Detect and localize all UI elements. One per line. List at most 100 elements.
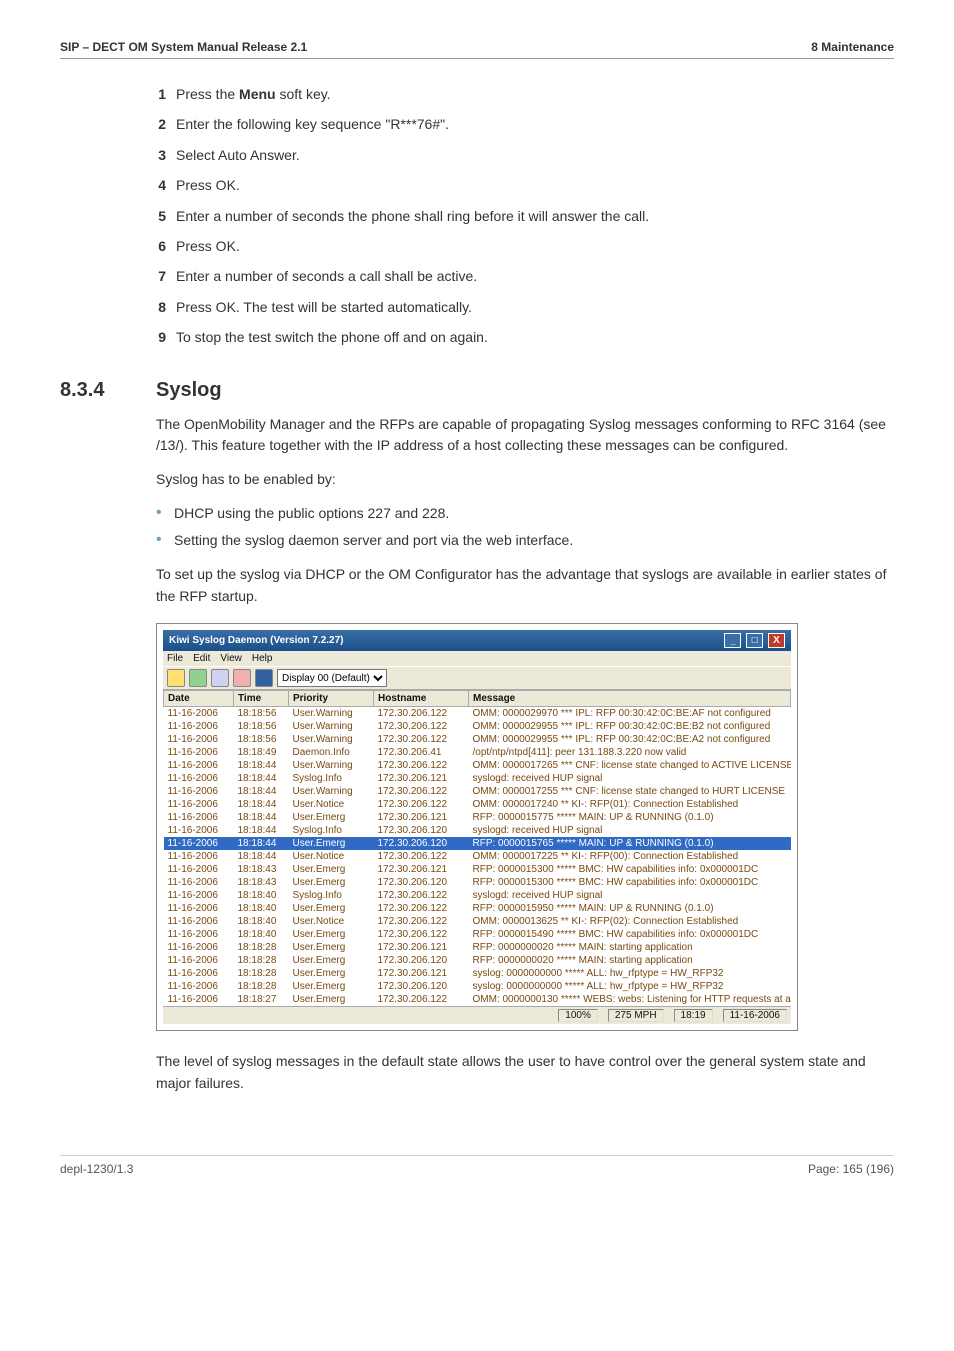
window-buttons: _ □ X bbox=[722, 633, 785, 648]
table-row[interactable]: 11-16-200618:18:44User.Warning172.30.206… bbox=[164, 785, 791, 798]
table-cell: 18:18:28 bbox=[234, 941, 289, 954]
table-cell: 172.30.206.122 bbox=[374, 928, 469, 941]
table-cell: 18:18:28 bbox=[234, 954, 289, 967]
syslog-table: DateTimePriorityHostnameMessage 11-16-20… bbox=[163, 690, 791, 1006]
table-cell: 18:18:44 bbox=[234, 850, 289, 863]
table-cell: User.Emerg bbox=[289, 967, 374, 980]
table-cell: 11-16-2006 bbox=[164, 746, 234, 759]
table-row[interactable]: 11-16-200618:18:44User.Emerg172.30.206.1… bbox=[164, 811, 791, 824]
column-header[interactable]: Time bbox=[234, 691, 289, 707]
table-row[interactable]: 11-16-200618:18:40User.Emerg172.30.206.1… bbox=[164, 928, 791, 941]
table-row[interactable]: 11-16-200618:18:44User.Emerg172.30.206.1… bbox=[164, 837, 791, 850]
step-text: To stop the test switch the phone off an… bbox=[176, 326, 488, 348]
step-text: Enter a number of seconds the phone shal… bbox=[176, 205, 649, 227]
step-text: Press the Menu soft key. bbox=[176, 83, 331, 105]
table-cell: 18:18:43 bbox=[234, 863, 289, 876]
column-header[interactable]: Message bbox=[469, 691, 791, 707]
menu-bar[interactable]: File Edit View Help bbox=[163, 651, 791, 666]
step-text: Select Auto Answer. bbox=[176, 144, 300, 166]
table-cell: 18:18:44 bbox=[234, 811, 289, 824]
header-left: SIP – DECT OM System Manual Release 2.1 bbox=[60, 40, 307, 54]
status-time: 18:19 bbox=[674, 1009, 713, 1022]
table-cell: RFP: 0000000020 ***** MAIN: starting app… bbox=[469, 954, 791, 967]
table-cell: 172.30.206.122 bbox=[374, 902, 469, 915]
table-row[interactable]: 11-16-200618:18:56User.Warning172.30.206… bbox=[164, 720, 791, 733]
table-cell: 18:18:56 bbox=[234, 720, 289, 733]
table-cell: OMM: 0000029955 *** IPL: RFP 00:30:42:0C… bbox=[469, 733, 791, 746]
toolbar-icon[interactable] bbox=[233, 669, 251, 687]
table-row[interactable]: 11-16-200618:18:43User.Emerg172.30.206.1… bbox=[164, 863, 791, 876]
table-row[interactable]: 11-16-200618:18:40Syslog.Info172.30.206.… bbox=[164, 889, 791, 902]
menu-item[interactable]: Help bbox=[252, 653, 273, 664]
table-row[interactable]: 11-16-200618:18:40User.Emerg172.30.206.1… bbox=[164, 902, 791, 915]
table-cell: OMM: 0000029970 *** IPL: RFP 00:30:42:0C… bbox=[469, 707, 791, 721]
table-cell: 11-16-2006 bbox=[164, 720, 234, 733]
table-row[interactable]: 11-16-200618:18:43User.Emerg172.30.206.1… bbox=[164, 876, 791, 889]
step-number: 2 bbox=[140, 113, 166, 135]
menu-item[interactable]: File bbox=[167, 653, 183, 664]
minimize-button[interactable]: _ bbox=[724, 633, 741, 648]
table-row[interactable]: 11-16-200618:18:44User.Notice172.30.206.… bbox=[164, 798, 791, 811]
table-cell: 172.30.206.120 bbox=[374, 837, 469, 850]
step-item: 6Press OK. bbox=[140, 235, 894, 257]
table-cell: User.Warning bbox=[289, 707, 374, 721]
table-row[interactable]: 11-16-200618:18:44User.Warning172.30.206… bbox=[164, 759, 791, 772]
table-cell: 172.30.206.122 bbox=[374, 850, 469, 863]
table-row[interactable]: 11-16-200618:18:44User.Notice172.30.206.… bbox=[164, 850, 791, 863]
table-row[interactable]: 11-16-200618:18:28User.Emerg172.30.206.1… bbox=[164, 941, 791, 954]
table-cell: 172.30.206.122 bbox=[374, 785, 469, 798]
table-cell: 172.30.206.122 bbox=[374, 798, 469, 811]
table-cell: 172.30.206.121 bbox=[374, 811, 469, 824]
toolbar-icon[interactable] bbox=[255, 669, 273, 687]
bullet-item: DHCP using the public options 227 and 22… bbox=[156, 503, 894, 525]
table-row[interactable]: 11-16-200618:18:40User.Notice172.30.206.… bbox=[164, 915, 791, 928]
window-titlebar[interactable]: Kiwi Syslog Daemon (Version 7.2.27) _ □ … bbox=[163, 630, 791, 651]
table-cell: 18:18:44 bbox=[234, 837, 289, 850]
table-cell: 11-16-2006 bbox=[164, 980, 234, 993]
table-row[interactable]: 11-16-200618:18:27User.Emerg172.30.206.1… bbox=[164, 993, 791, 1006]
column-header[interactable]: Date bbox=[164, 691, 234, 707]
close-button[interactable]: X bbox=[768, 633, 785, 648]
table-row[interactable]: 11-16-200618:18:28User.Emerg172.30.206.1… bbox=[164, 967, 791, 980]
table-row[interactable]: 11-16-200618:18:56User.Warning172.30.206… bbox=[164, 733, 791, 746]
table-cell: 11-16-2006 bbox=[164, 733, 234, 746]
table-cell: User.Notice bbox=[289, 798, 374, 811]
table-cell: User.Emerg bbox=[289, 980, 374, 993]
toolbar-icon[interactable] bbox=[211, 669, 229, 687]
maximize-button[interactable]: □ bbox=[746, 633, 763, 648]
paragraph: The level of syslog messages in the defa… bbox=[156, 1051, 894, 1094]
toolbar-icon[interactable] bbox=[167, 669, 185, 687]
table-cell: 18:18:44 bbox=[234, 785, 289, 798]
table-cell: OMM: 0000017240 ** KI-: RFP(01): Connect… bbox=[469, 798, 791, 811]
paragraph: Syslog has to be enabled by: bbox=[156, 469, 894, 491]
table-row[interactable]: 11-16-200618:18:56User.Warning172.30.206… bbox=[164, 707, 791, 721]
table-cell: 11-16-2006 bbox=[164, 889, 234, 902]
table-cell: User.Warning bbox=[289, 759, 374, 772]
table-cell: 172.30.206.121 bbox=[374, 941, 469, 954]
table-row[interactable]: 11-16-200618:18:28User.Emerg172.30.206.1… bbox=[164, 980, 791, 993]
table-cell: 18:18:44 bbox=[234, 772, 289, 785]
table-cell: 11-16-2006 bbox=[164, 954, 234, 967]
table-row[interactable]: 11-16-200618:18:44Syslog.Info172.30.206.… bbox=[164, 772, 791, 785]
toolbar-icon[interactable] bbox=[189, 669, 207, 687]
menu-item[interactable]: Edit bbox=[193, 653, 210, 664]
table-cell: 11-16-2006 bbox=[164, 967, 234, 980]
table-cell: 18:18:49 bbox=[234, 746, 289, 759]
column-header[interactable]: Hostname bbox=[374, 691, 469, 707]
table-row[interactable]: 11-16-200618:18:44Syslog.Info172.30.206.… bbox=[164, 824, 791, 837]
display-select[interactable]: Display 00 (Default) bbox=[277, 669, 387, 687]
table-cell: OMM: 0000029955 *** IPL: RFP 00:30:42:0C… bbox=[469, 720, 791, 733]
table-cell: 11-16-2006 bbox=[164, 811, 234, 824]
status-date: 11-16-2006 bbox=[723, 1009, 787, 1022]
column-header[interactable]: Priority bbox=[289, 691, 374, 707]
menu-item[interactable]: View bbox=[220, 653, 242, 664]
table-row[interactable]: 11-16-200618:18:49Daemon.Info172.30.206.… bbox=[164, 746, 791, 759]
table-cell: 18:18:28 bbox=[234, 980, 289, 993]
table-cell: 172.30.206.122 bbox=[374, 993, 469, 1006]
step-number: 4 bbox=[140, 174, 166, 196]
table-cell: 11-16-2006 bbox=[164, 824, 234, 837]
table-cell: 11-16-2006 bbox=[164, 785, 234, 798]
step-text: Press OK. The test will be started autom… bbox=[176, 296, 472, 318]
table-row[interactable]: 11-16-200618:18:28User.Emerg172.30.206.1… bbox=[164, 954, 791, 967]
table-cell: User.Emerg bbox=[289, 954, 374, 967]
